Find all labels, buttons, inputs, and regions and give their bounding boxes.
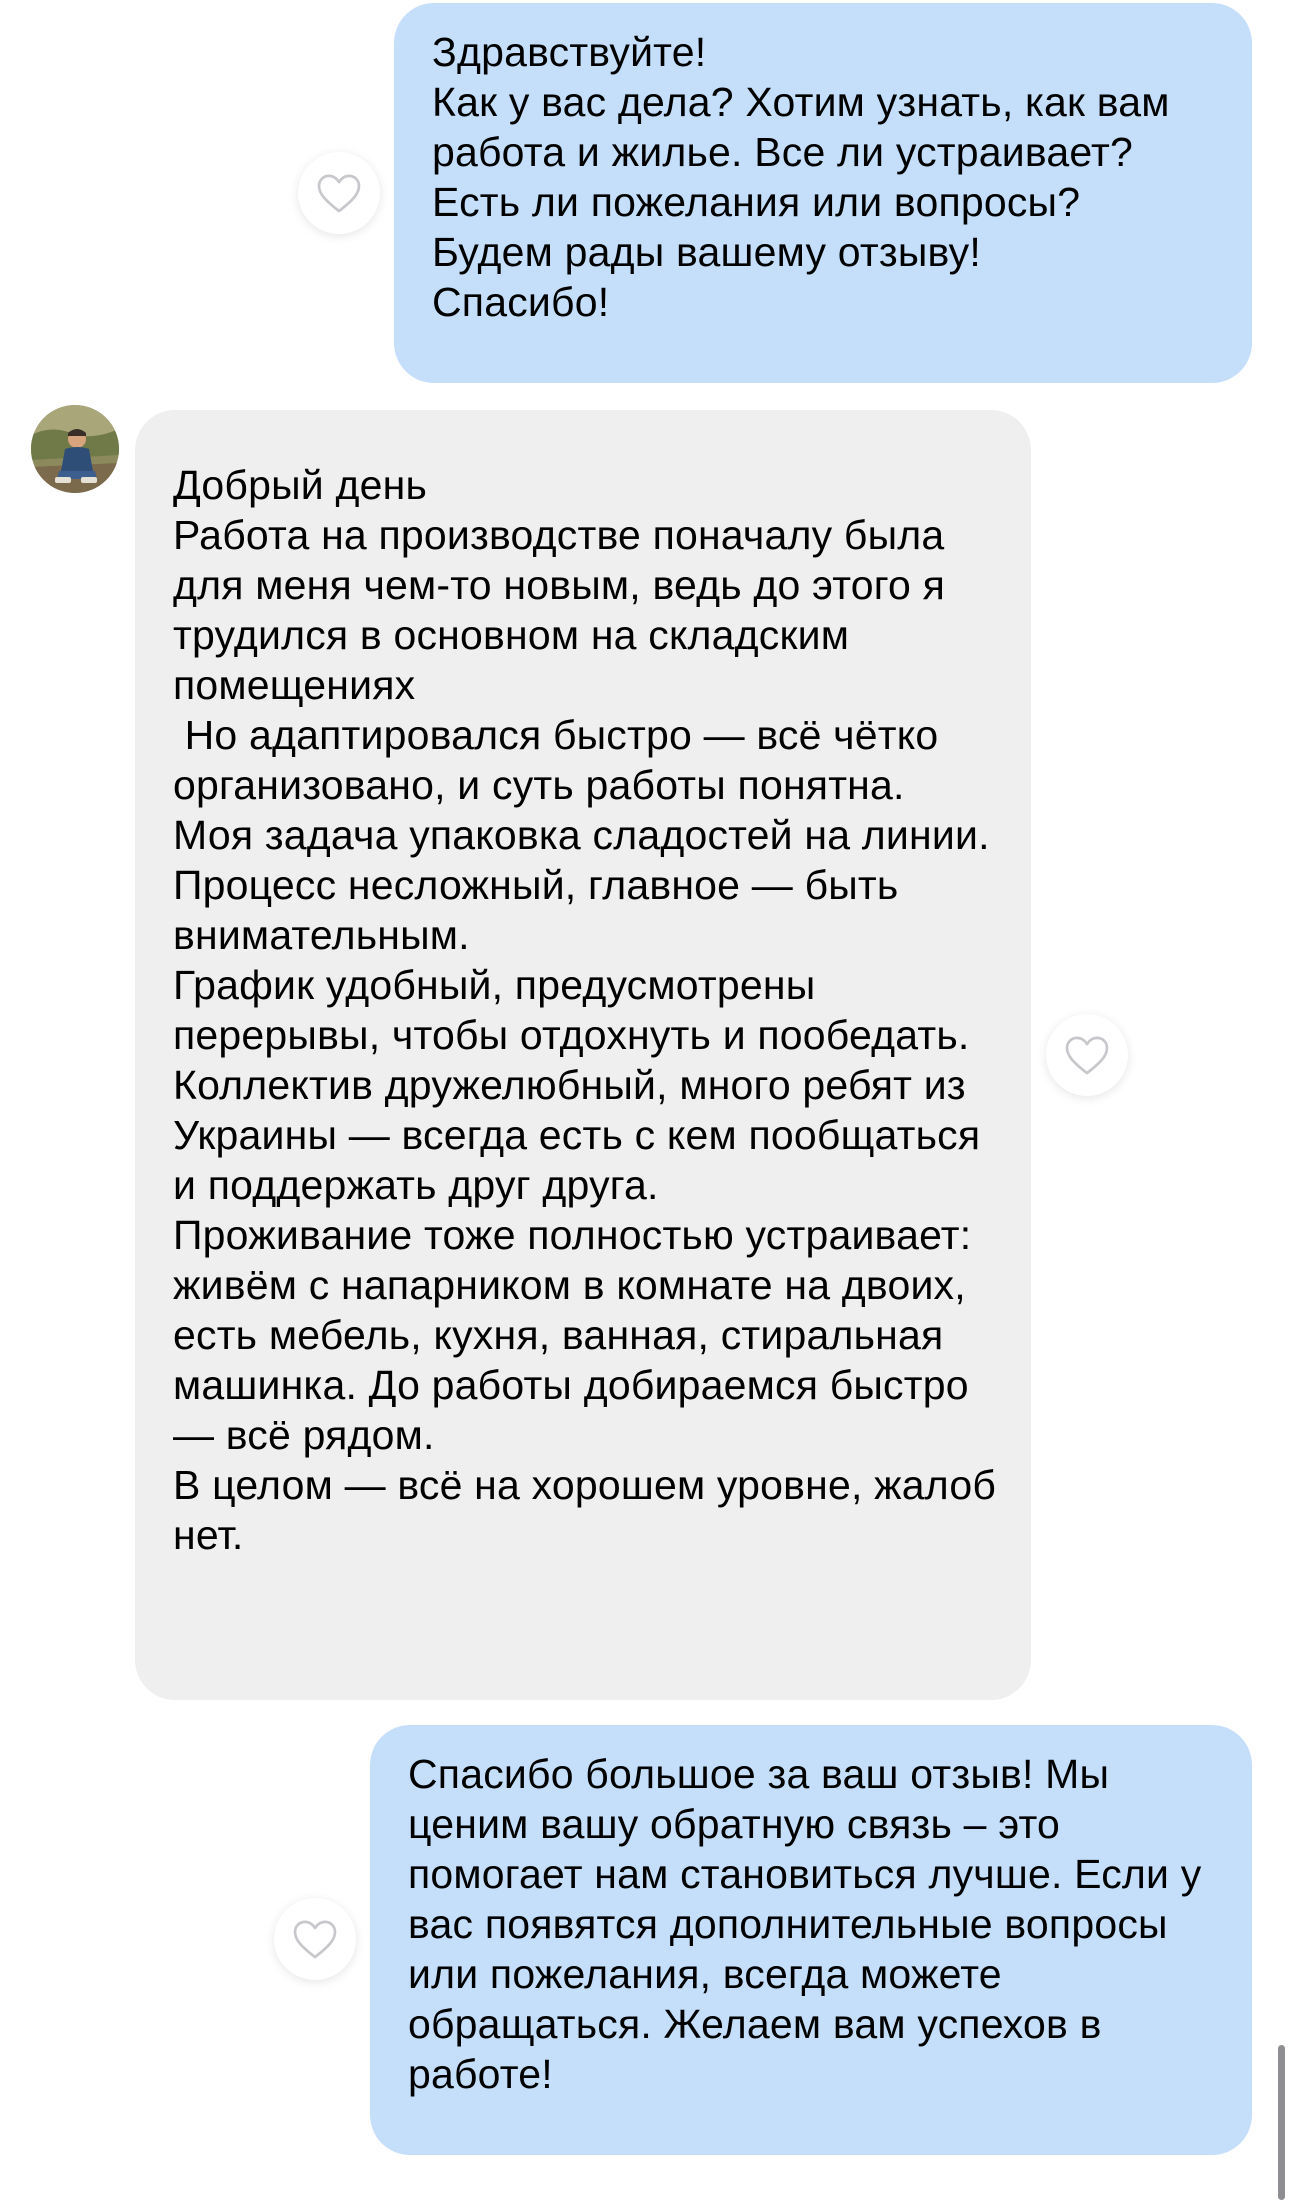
heart-icon [1064, 1035, 1110, 1075]
avatar-photo [31, 405, 119, 493]
outgoing-message-bubble[interactable]: Здравствуйте! Как у вас дела? Хотим узна… [394, 3, 1252, 383]
like-button[interactable] [1046, 1014, 1128, 1096]
message-text: Добрый день Работа на производстве понач… [173, 462, 997, 1558]
heart-icon [292, 1919, 338, 1959]
like-button[interactable] [274, 1898, 356, 1980]
outgoing-message-bubble[interactable]: Спасибо большое за ваш отзыв! Мы ценим в… [370, 1725, 1252, 2155]
message-text: Здравствуйте! Как у вас дела? Хотим узна… [432, 29, 1170, 325]
message-text: Спасибо большое за ваш отзыв! Мы ценим в… [408, 1751, 1214, 2097]
scrollbar[interactable] [1278, 2045, 1285, 2200]
heart-icon [316, 173, 362, 213]
avatar[interactable] [31, 405, 119, 493]
incoming-message-bubble[interactable]: Добрый день Работа на производстве понач… [135, 410, 1031, 1700]
like-button[interactable] [298, 152, 380, 234]
